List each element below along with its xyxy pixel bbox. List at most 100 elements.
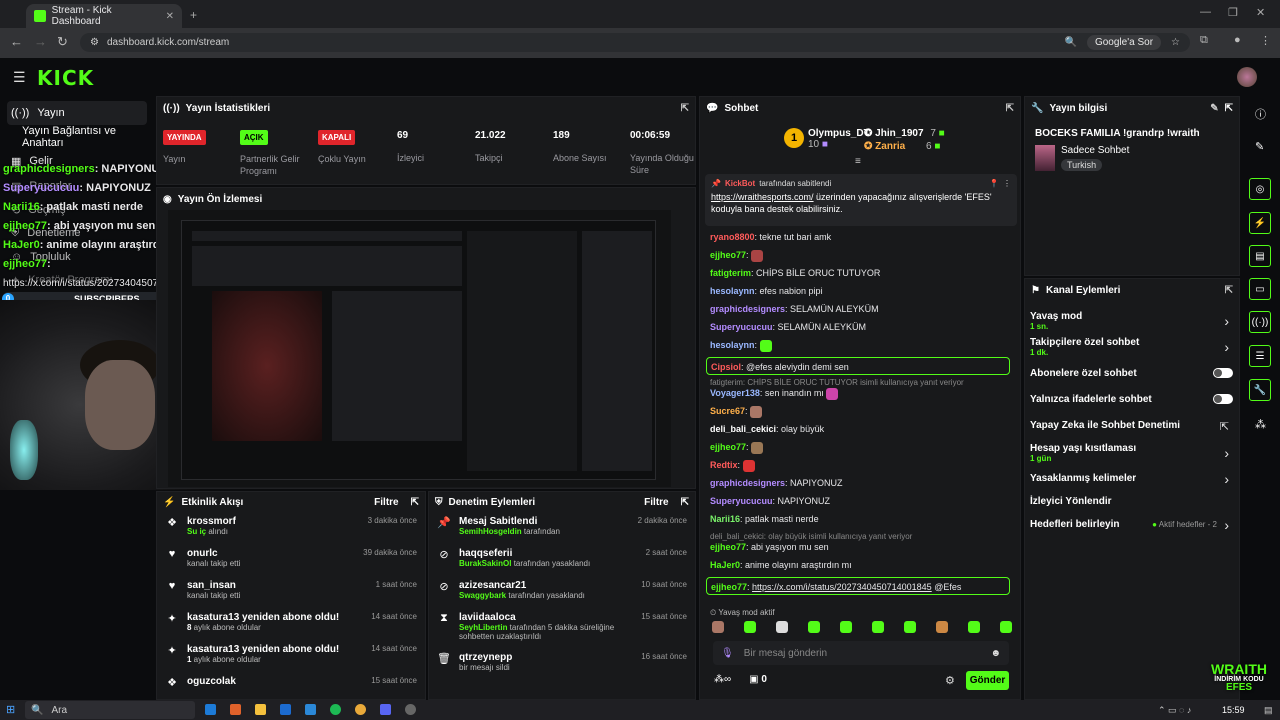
popout-icon[interactable]: ⇱: [1225, 285, 1233, 296]
edit-icon[interactable]: ✎: [1210, 103, 1218, 114]
rail-broadcast-icon[interactable]: ((·)): [1249, 311, 1271, 333]
chat-input[interactable]: 🎙 Bir mesaj gönderin ☻: [713, 641, 1009, 665]
rail-camera-icon[interactable]: ◎: [1249, 178, 1271, 200]
chat-user[interactable]: ejjheo77: [710, 250, 746, 260]
chat-settings-icon[interactable]: ⚙: [945, 674, 955, 687]
info-icon[interactable]: ⓘ: [1255, 106, 1266, 122]
notifications-icon[interactable]: ▤: [1264, 705, 1273, 716]
popout-icon[interactable]: ⇱: [681, 103, 689, 114]
chat-link[interactable]: https://x.com/i/status/20273404507140018…: [752, 582, 932, 592]
windows-start-icon[interactable]: ⊞: [6, 703, 15, 716]
chat-user[interactable]: graphicdesigners: [710, 304, 785, 314]
minimize-icon[interactable]: —: [1200, 6, 1211, 18]
action-slow-mode[interactable]: Yavaş mod 1 sn. ›: [1030, 311, 1235, 331]
close-window-icon[interactable]: ✕: [1256, 6, 1265, 19]
spotify-icon[interactable]: [330, 704, 341, 715]
gift-shop-icon[interactable]: ▣ 0: [749, 674, 767, 685]
file-explorer-icon[interactable]: [255, 704, 266, 715]
emote-icon[interactable]: [776, 621, 788, 633]
chat-user[interactable]: fatigterim: [710, 268, 751, 278]
rail-doc-icon[interactable]: ▤: [1249, 245, 1271, 267]
emote-icon[interactable]: [1000, 621, 1012, 633]
store-icon[interactable]: [305, 704, 316, 715]
chat-user[interactable]: hesolaynn: [710, 340, 755, 350]
emote-icon[interactable]: [712, 621, 724, 633]
chat-user[interactable]: Superyucucuu: [710, 496, 773, 506]
url-field[interactable]: ⚙ dashboard.kick.com/stream 🔍 Google'a S…: [80, 33, 1190, 52]
chat-user[interactable]: Voyager138: [710, 388, 760, 398]
kick-logo[interactable]: KICK: [37, 66, 94, 90]
emote-icon[interactable]: [936, 621, 948, 633]
emote-icon[interactable]: [904, 621, 916, 633]
collapse-icon[interactable]: ≡: [855, 156, 861, 167]
chat-user[interactable]: ejjheo77: [711, 582, 747, 592]
chat-user[interactable]: deli_bali_cekici: [710, 424, 776, 434]
rail-more-icon[interactable]: ⁂: [1255, 418, 1266, 431]
user-avatar[interactable]: [1237, 67, 1257, 87]
sub-chat-toggle[interactable]: [1213, 368, 1233, 378]
menu-dots-icon[interactable]: ⋮: [1260, 34, 1271, 47]
action-goals[interactable]: Hedefleri belirleyin ● Aktif hedefler - 2…: [1030, 517, 1235, 533]
pin-toggle-icon[interactable]: 📍: [989, 179, 999, 188]
edit-icon[interactable]: ✎: [1255, 140, 1264, 153]
rail-list-icon[interactable]: ☰: [1249, 345, 1271, 367]
outlook-icon[interactable]: [280, 704, 291, 715]
rail-wrench-icon[interactable]: 🔧: [1249, 379, 1271, 401]
app-icon[interactable]: [230, 704, 241, 715]
extensions-icon[interactable]: ⧉: [1200, 34, 1208, 47]
popout-icon[interactable]: ⇱: [681, 497, 689, 508]
chat-user[interactable]: Narii16: [710, 514, 740, 524]
chat-user[interactable]: Cipsiol: [711, 362, 741, 372]
action-banned-words[interactable]: Yasaklanmış kelimeler ›: [1030, 471, 1235, 487]
google-ask-button[interactable]: Google'a Sor: [1086, 35, 1162, 50]
more-icon[interactable]: ⋮: [1003, 179, 1011, 188]
taskbar-search[interactable]: 🔍 Ara: [25, 701, 195, 719]
emote-icon[interactable]: [840, 621, 852, 633]
emote-icon[interactable]: [808, 621, 820, 633]
channel-points-icon[interactable]: ⁂∞: [714, 674, 731, 685]
chat-user[interactable]: ejjheo77: [710, 442, 746, 452]
sidebar-item-yayin[interactable]: ((·)) Yayın: [7, 101, 147, 125]
zoom-icon[interactable]: 🔍: [1065, 37, 1077, 48]
sidebar-item-stream-key[interactable]: Yayın Bağlantısı ve Anahtarı: [7, 125, 147, 149]
browser-tab[interactable]: Stream - Kick Dashboard ✕: [26, 4, 182, 28]
obs-icon[interactable]: [405, 704, 416, 715]
reload-icon[interactable]: ↻: [57, 34, 68, 50]
emote-icon[interactable]: [744, 621, 756, 633]
rail-bolt-icon[interactable]: ⚡: [1249, 212, 1271, 234]
back-icon[interactable]: ←: [10, 34, 23, 49]
action-account-age[interactable]: Hesap yaşı kısıtlaması 1 gün ›: [1030, 443, 1235, 463]
popout-icon[interactable]: ⇱: [1225, 103, 1233, 114]
action-redirect[interactable]: İzleyici Yönlendir: [1030, 496, 1235, 507]
activity-filter-button[interactable]: Filtre: [374, 497, 398, 508]
chat-user[interactable]: graphicdesigners: [710, 478, 785, 488]
popout-icon[interactable]: ⇱: [1006, 103, 1014, 114]
stream-preview[interactable]: [168, 210, 671, 487]
chrome-icon[interactable]: [355, 704, 366, 715]
emote-chat-toggle[interactable]: [1213, 394, 1233, 404]
profile-icon[interactable]: ●: [1234, 34, 1241, 46]
emote-icon[interactable]: [872, 621, 884, 633]
new-tab-icon[interactable]: +: [190, 8, 197, 22]
send-button[interactable]: Gönder: [966, 671, 1009, 690]
close-tab-icon[interactable]: ✕: [166, 11, 174, 22]
maximize-icon[interactable]: ❐: [1228, 6, 1238, 19]
mic-icon[interactable]: 🎙: [721, 648, 734, 659]
emoji-picker-icon[interactable]: ☻: [990, 648, 1001, 659]
emote-icon[interactable]: [968, 621, 980, 633]
chat-user[interactable]: Redtix: [710, 460, 738, 470]
hamburger-icon[interactable]: ☰: [13, 69, 26, 86]
chat-user[interactable]: Sucre67: [710, 406, 745, 416]
chat-user[interactable]: ejjheo77: [710, 542, 746, 552]
modlog-filter-button[interactable]: Filtre: [644, 497, 668, 508]
edge-icon[interactable]: [205, 704, 216, 715]
tray-icons[interactable]: ⌃ ▭ ◌ ♪: [1158, 705, 1191, 716]
popout-icon[interactable]: ⇱: [411, 497, 419, 508]
bookmark-star-icon[interactable]: ☆: [1171, 37, 1180, 48]
discord-icon[interactable]: [380, 704, 391, 715]
chat-user[interactable]: ryano8800: [710, 232, 755, 242]
pinned-link[interactable]: https://wraithesports.com/: [711, 192, 814, 202]
action-ai-moderation[interactable]: Yapay Zeka ile Sohbet Denetimi ⇱: [1030, 420, 1235, 433]
action-follower-chat[interactable]: Takipçilere özel sohbet 1 dk. ›: [1030, 337, 1235, 357]
site-info-icon[interactable]: ⚙: [90, 37, 99, 48]
